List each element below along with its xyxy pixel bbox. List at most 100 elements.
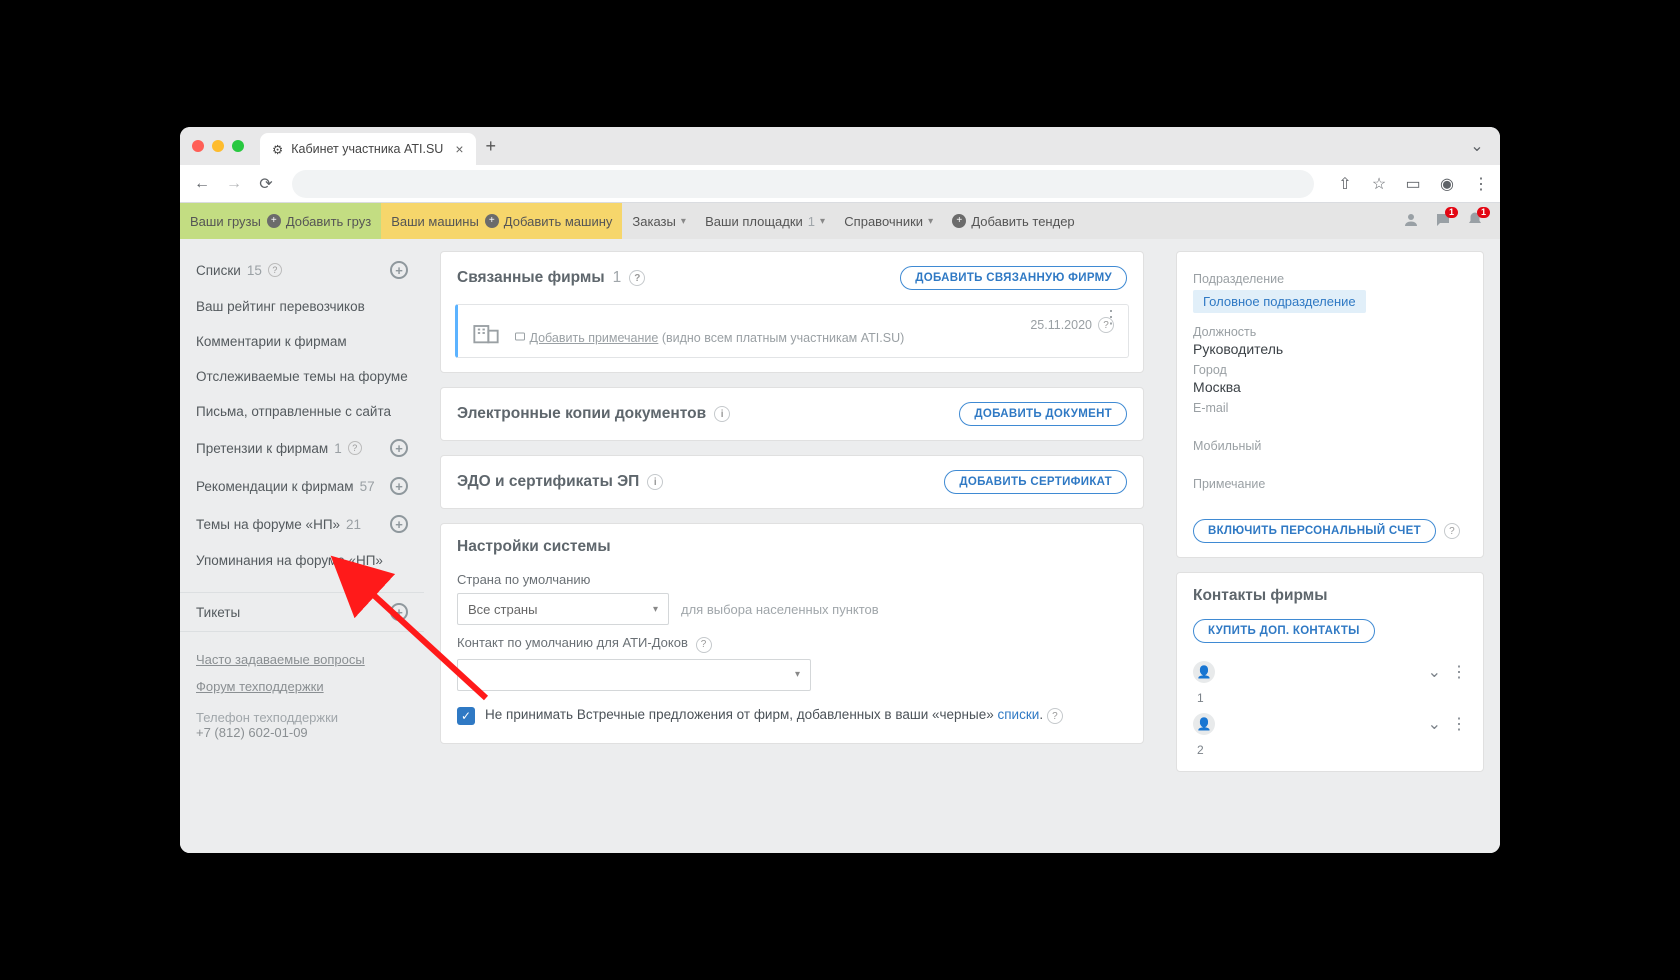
share-icon[interactable]: ⇧ [1334, 173, 1356, 195]
plus-icon: + [485, 214, 499, 228]
checkbox-checked-icon[interactable]: ✓ [457, 707, 475, 725]
dept-chip[interactable]: Головное подразделение [1193, 290, 1366, 313]
user-icon[interactable] [1402, 211, 1420, 232]
nav-directories[interactable]: Справочники ▾ [844, 214, 933, 229]
add-note-link[interactable]: Добавить примечание [529, 331, 658, 345]
nav-block-vehicles: Ваши машины +Добавить машину [381, 203, 622, 239]
minimize-window-icon[interactable] [212, 140, 224, 152]
bell-notif-icon[interactable]: 1 [1466, 211, 1484, 232]
plus-circle-icon[interactable]: + [390, 439, 408, 457]
info-icon[interactable]: i [647, 474, 663, 490]
blacklist-checkbox-row[interactable]: ✓ Не принимать Встречные предложения от … [457, 707, 1127, 725]
card-edo: ЭДО и сертификаты ЭП i ДОБАВИТЬ СЕРТИФИК… [440, 455, 1144, 509]
position-value: Руководитель [1193, 341, 1467, 357]
plus-circle-icon[interactable]: + [390, 515, 408, 533]
sidebar-faq-link[interactable]: Часто задаваемые вопросы [180, 646, 424, 673]
plus-circle-icon[interactable]: + [390, 261, 408, 279]
nav-orders[interactable]: Заказы ▾ [632, 214, 685, 229]
nav-add-tender[interactable]: +Добавить тендер [952, 214, 1074, 229]
chevron-down-icon[interactable]: ⌄ [1428, 662, 1441, 682]
card-firm-contacts: Контакты фирмы КУПИТЬ ДОП. КОНТАКТЫ 👤 ⌄ … [1176, 572, 1484, 772]
sidebar-item-np-mentions[interactable]: Упоминания на форуме «НП» [180, 543, 424, 578]
tab-close-icon[interactable]: × [455, 141, 463, 157]
address-bar[interactable] [292, 170, 1314, 198]
more-menu-icon[interactable]: ⋮ [1451, 714, 1467, 734]
default-contact-select[interactable]: ▾ [457, 659, 811, 691]
help-icon[interactable]: ? [1047, 708, 1063, 724]
maximize-window-icon[interactable] [232, 140, 244, 152]
plus-circle-icon[interactable]: + [390, 477, 408, 495]
nav-block-rest: Заказы ▾ Ваши площадки 1 ▾ Справочники ▾… [622, 203, 1084, 239]
country-select[interactable]: Все страны ▾ [457, 593, 669, 625]
sidebar-support-link[interactable]: Форум техподдержки [180, 673, 424, 700]
sidebar-item-comments[interactable]: Комментарии к фирмам [180, 324, 424, 359]
bookmark-icon[interactable]: ☆ [1368, 173, 1390, 195]
new-tab-button[interactable]: + [486, 136, 497, 157]
more-menu-icon[interactable]: ⋮ [1102, 313, 1120, 322]
chat-notif-icon[interactable]: 1 [1434, 211, 1452, 232]
forward-button[interactable]: → [220, 170, 248, 198]
dept-label: Подразделение [1193, 272, 1467, 286]
tabs-chevron-icon[interactable]: ⌄ [1466, 135, 1488, 157]
main-column: Связанные фирмы 1 ? ДОБАВИТЬ СВЯЗАННУЮ Ф… [424, 239, 1160, 853]
more-menu-icon[interactable]: ⋮ [1451, 662, 1467, 682]
sidebar-item-tickets[interactable]: Тикеты + [180, 592, 424, 632]
enable-personal-account-button[interactable]: ВКЛЮЧИТЬ ПЕРСОНАЛЬНЫЙ СЧЕТ [1193, 519, 1436, 543]
help-icon[interactable]: ? [1444, 523, 1460, 539]
nav-your-cargo[interactable]: Ваши грузы [190, 214, 261, 229]
avatar-icon: 👤 [1193, 713, 1215, 735]
browser-window: ⚙ Кабинет участника ATI.SU × + ⌄ ← → ⟳ ⇧… [180, 127, 1500, 853]
country-hint: для выбора населенных пунктов [681, 602, 879, 617]
chrome-menu-icon[interactable]: ⋮ [1470, 173, 1492, 195]
sidebar-item-rating[interactable]: Ваш рейтинг перевозчиков [180, 289, 424, 324]
back-button[interactable]: ← [188, 170, 216, 198]
plus-icon: + [267, 214, 281, 228]
sidebar-item-forum-watch[interactable]: Отслеживаемые темы на форуме [180, 359, 424, 394]
sidebar-item-lists[interactable]: Списки 15 ? + [180, 251, 424, 289]
profile-icon[interactable]: ◉ [1436, 173, 1458, 195]
lists-link[interactable]: списки [998, 707, 1040, 722]
sidebar: Списки 15 ? + Ваш рейтинг перевозчиков К… [180, 239, 424, 853]
mobile-label: Мобильный [1193, 439, 1467, 453]
buy-contacts-button[interactable]: КУПИТЬ ДОП. КОНТАКТЫ [1193, 619, 1375, 643]
chevron-down-icon[interactable]: ⌄ [1428, 714, 1441, 734]
close-window-icon[interactable] [192, 140, 204, 152]
default-contact-label: Контакт по умолчанию для АТИ-Доков ? [457, 635, 1127, 653]
plus-icon: + [952, 214, 966, 228]
note-label: Примечание [1193, 477, 1467, 491]
position-label: Должность [1193, 325, 1467, 339]
add-document-button[interactable]: ДОБАВИТЬ ДОКУМЕНТ [959, 402, 1127, 426]
nav-your-vehicles[interactable]: Ваши машины [391, 214, 479, 229]
sidebar-item-recommendations[interactable]: Рекомендации к фирмам 57 + [180, 467, 424, 505]
card-title: Связанные фирмы 1 ? [457, 269, 645, 287]
chrome-tab-strip: ⚙ Кабинет участника ATI.SU × + ⌄ [180, 127, 1500, 165]
sidebar-support-phone: Телефон техподдержки +7 (812) 602-01-09 [180, 700, 424, 750]
help-icon[interactable]: ? [696, 637, 712, 653]
nav-add-vehicle[interactable]: +Добавить машину [485, 214, 613, 229]
add-certificate-button[interactable]: ДОБАВИТЬ СЕРТИФИКАТ [944, 470, 1127, 494]
chevron-down-icon: ▾ [795, 669, 800, 680]
add-related-firm-button[interactable]: ДОБАВИТЬ СВЯЗАННУЮ ФИРМУ [900, 266, 1127, 290]
help-icon[interactable]: ? [629, 270, 645, 286]
firm-row: ⋮ Добавить примечание (видно всем платны… [455, 304, 1129, 358]
browser-tab[interactable]: ⚙ Кабинет участника ATI.SU × [260, 133, 476, 165]
chevron-down-icon: ▾ [928, 216, 933, 227]
app-nav: Ваши грузы +Добавить груз Ваши машины +Д… [180, 203, 1500, 239]
contact-number: 2 [1193, 743, 1467, 757]
sidebar-item-claims[interactable]: Претензии к фирмам 1 ? + [180, 429, 424, 467]
reader-icon[interactable]: ▭ [1402, 173, 1424, 195]
reload-button[interactable]: ⟳ [252, 170, 280, 198]
plus-circle-icon[interactable]: + [390, 603, 408, 621]
sidebar-item-letters[interactable]: Письма, отправленные с сайта [180, 394, 424, 429]
nav-your-sites[interactable]: Ваши площадки 1 ▾ [705, 214, 825, 229]
app-root: Ваши грузы +Добавить груз Ваши машины +Д… [180, 203, 1500, 853]
chevron-down-icon: ▾ [681, 216, 686, 227]
favicon-icon: ⚙ [272, 142, 283, 157]
info-icon[interactable]: i [714, 406, 730, 422]
card-related-firms: Связанные фирмы 1 ? ДОБАВИТЬ СВЯЗАННУЮ Ф… [440, 251, 1144, 373]
note-icon [514, 331, 526, 343]
card-documents: Электронные копии документов i ДОБАВИТЬ … [440, 387, 1144, 441]
nav-add-cargo[interactable]: +Добавить груз [267, 214, 371, 229]
sidebar-item-np-topics[interactable]: Темы на форуме «НП» 21 + [180, 505, 424, 543]
card-system-settings: Настройки системы Страна по умолчанию Вс… [440, 523, 1144, 744]
